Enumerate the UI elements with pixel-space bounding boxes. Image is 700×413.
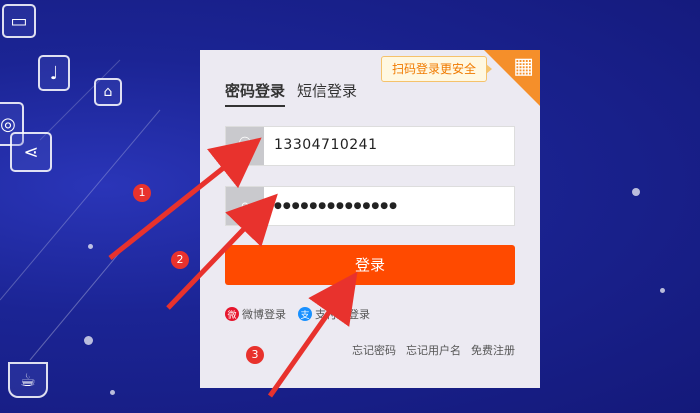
weibo-login-label: 微博登录 [242, 308, 286, 321]
weibo-icon: 微 [225, 307, 239, 321]
login-panel: 扫码登录更安全 ▦ 密码登录 短信登录 👤︎ 13304710241 🔒︎ ●●… [200, 50, 540, 388]
cup-icon: ☕ [8, 362, 48, 398]
microphone-icon: ♩ [38, 55, 70, 91]
tab-password-login[interactable]: 密码登录 [225, 80, 286, 107]
password-value[interactable]: ●●●●●●●●●●●●●● [274, 201, 398, 211]
weibo-login[interactable]: 微 微博登录 [225, 306, 286, 322]
lock-icon: 🔒︎ [226, 187, 264, 225]
alipay-login-label: 支付宝登录 [315, 308, 370, 321]
alipay-login[interactable]: 支 支付宝登录 [298, 306, 370, 322]
user-icon: 👤︎ [226, 127, 264, 165]
bg-dot [88, 244, 93, 249]
login-button[interactable]: 登录 [225, 245, 515, 285]
tv-icon: ▭ [2, 4, 36, 38]
account-links: 忘记密码 忘记用户名 免费注册 [352, 342, 515, 358]
step-1-badge: 1 [133, 184, 151, 202]
bg-dot [632, 188, 640, 196]
step-2-badge: 2 [171, 251, 189, 269]
hanger-icon: ⌂ [94, 78, 122, 106]
alipay-icon: 支 [298, 307, 312, 321]
forgot-username-link[interactable]: 忘记用户名 [406, 342, 461, 358]
username-value[interactable]: 13304710241 [274, 137, 377, 153]
bg-dot [84, 336, 93, 345]
register-link[interactable]: 免费注册 [471, 342, 515, 358]
password-field[interactable]: 🔒︎ ●●●●●●●●●●●●●● [225, 186, 515, 226]
alternative-logins: 微 微博登录 支 支付宝登录 [225, 306, 370, 322]
bg-dot [110, 390, 115, 395]
forgot-password-link[interactable]: 忘记密码 [352, 342, 396, 358]
username-field[interactable]: 👤︎ 13304710241 [225, 126, 515, 166]
login-tabs: 密码登录 短信登录 [225, 80, 357, 107]
qr-login-tip[interactable]: 扫码登录更安全 [381, 56, 493, 82]
tab-sms-login[interactable]: 短信登录 [297, 80, 357, 107]
bg-dot [660, 288, 665, 293]
qr-code-icon[interactable]: ▦ [513, 54, 534, 79]
share-icon: ⋖ [10, 132, 52, 172]
step-3-badge: 3 [246, 346, 264, 364]
